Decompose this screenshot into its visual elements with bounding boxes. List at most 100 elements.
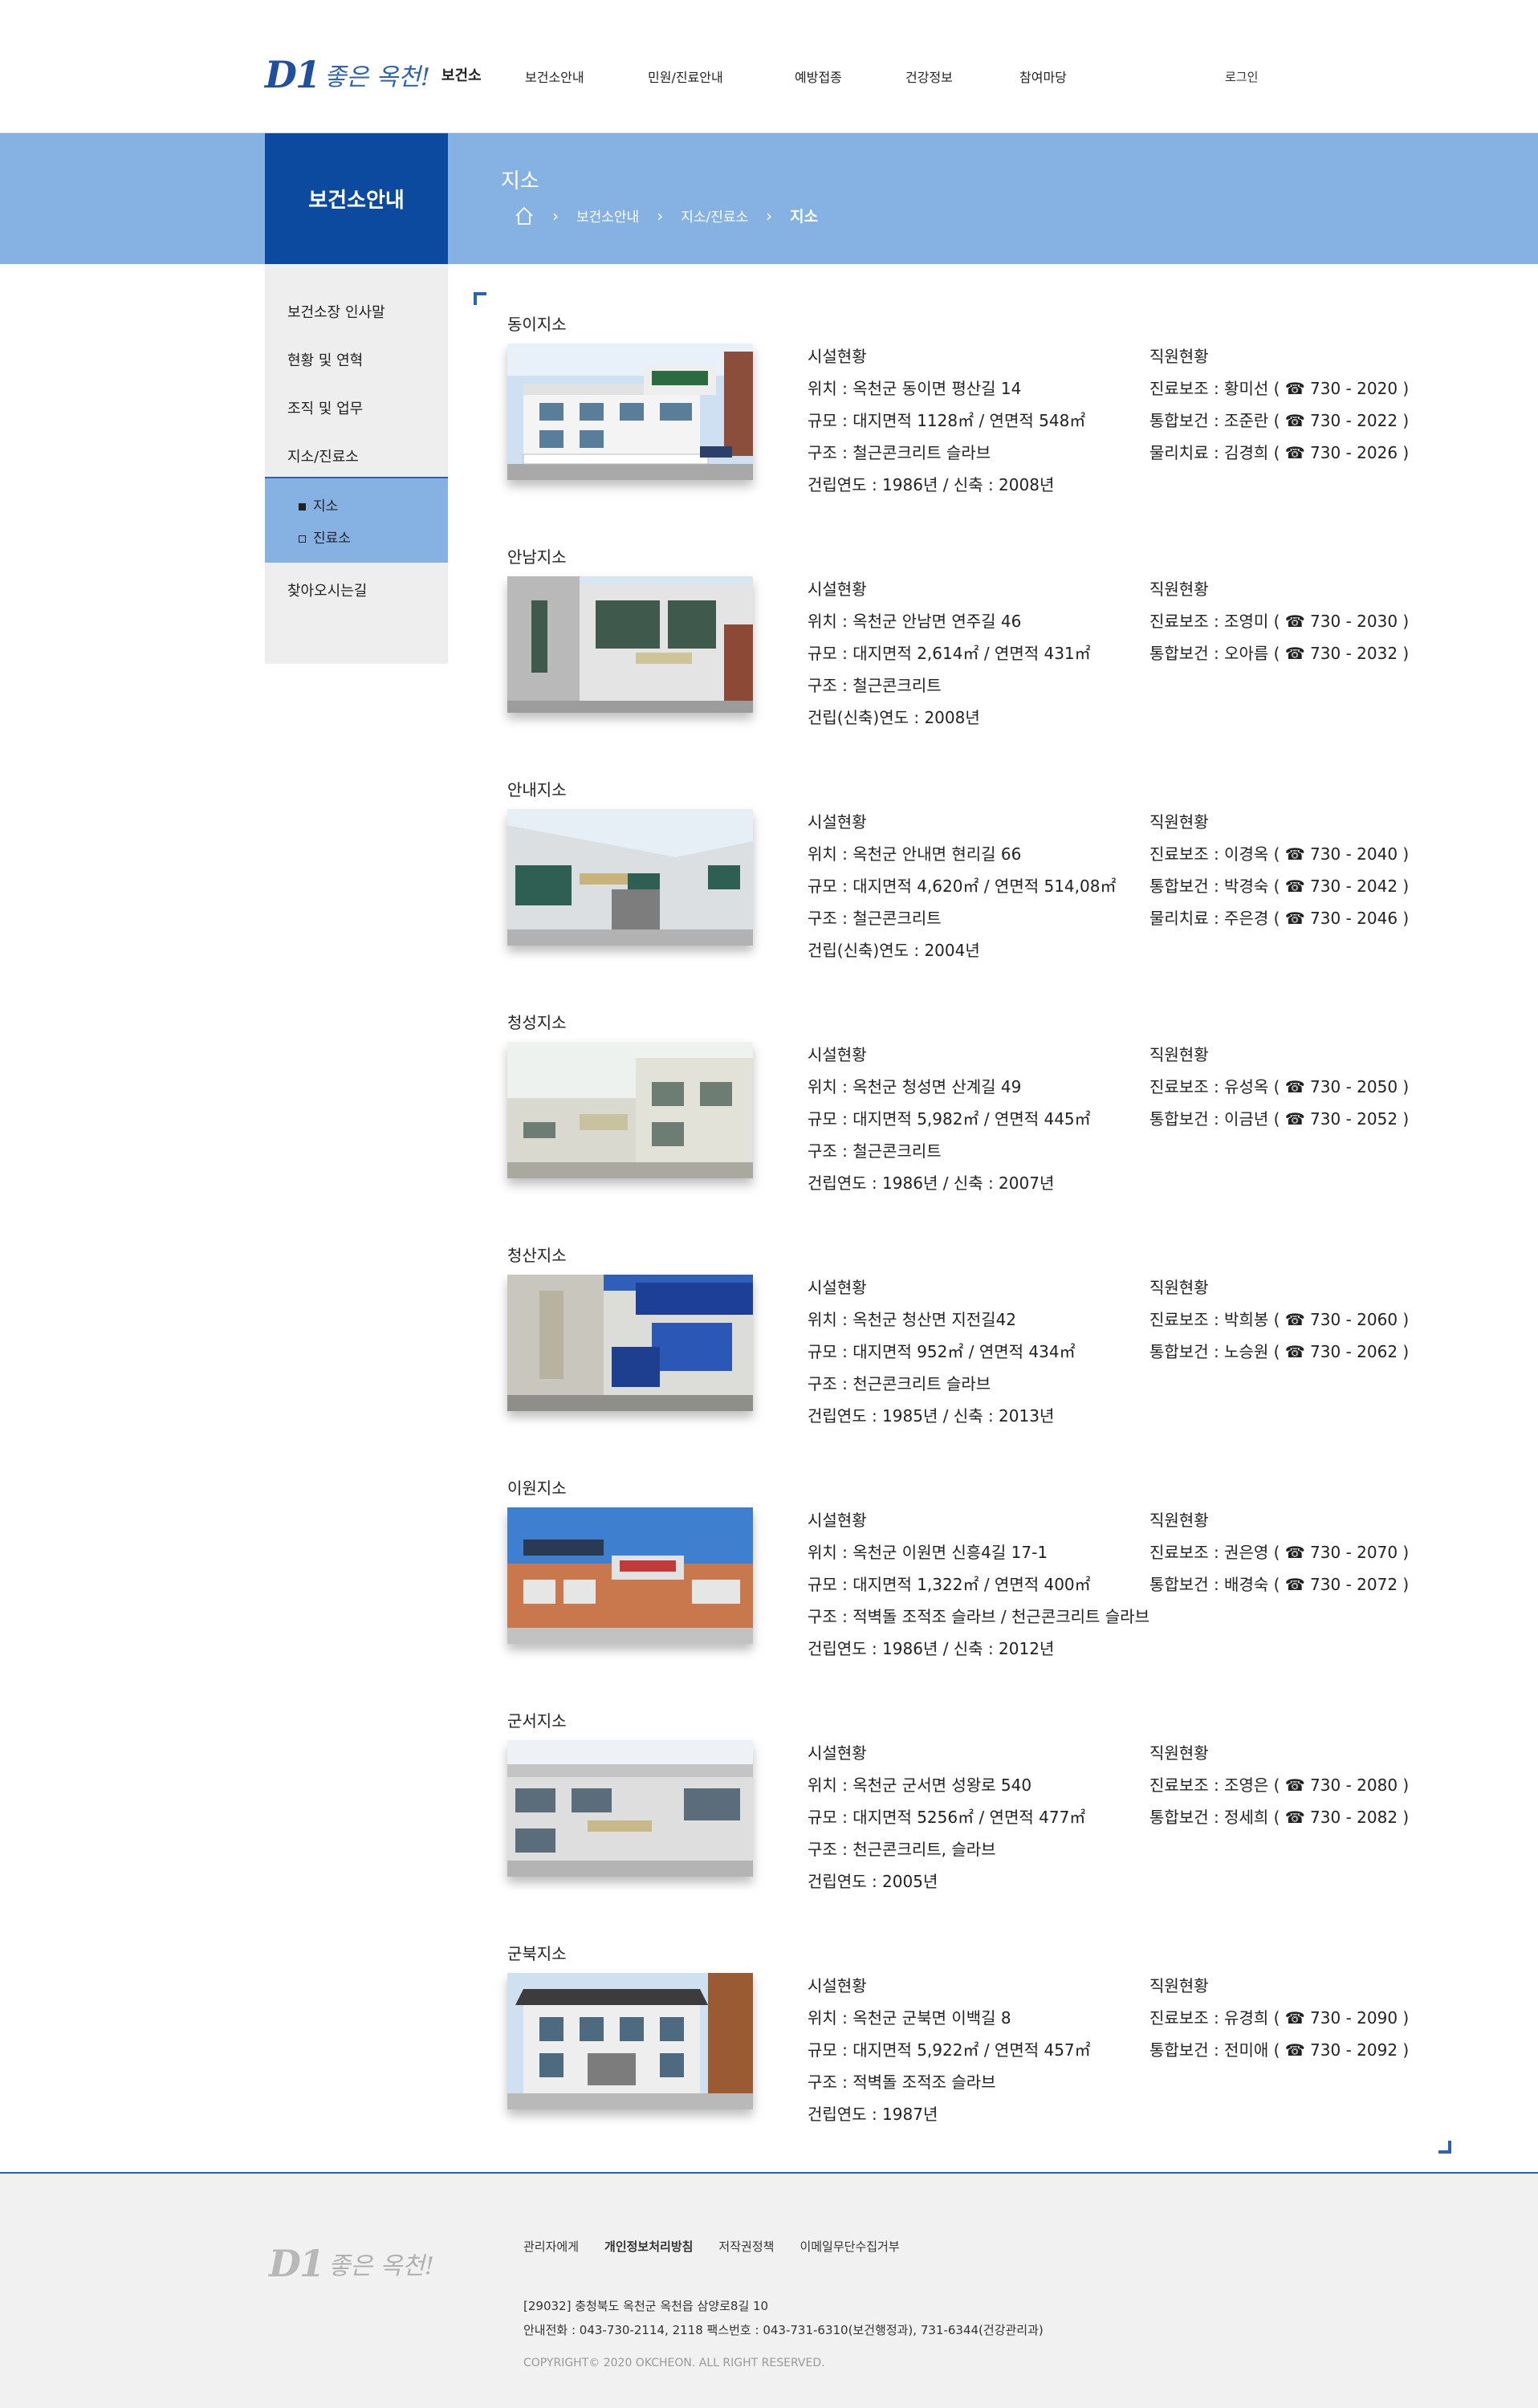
staff-info: 직원현황 진료보조 : 유성옥 ( ☎ 730 - 2050 ) 통합보건 : … (1149, 1039, 1409, 1135)
facility-heading: 시설현황 (808, 1976, 867, 1995)
staff-info: 직원현황 진료보조 : 황미선 ( ☎ 730 - 2020 ) 통합보건 : … (1149, 340, 1409, 469)
filled-square-icon (299, 502, 306, 510)
chevron-right-icon: › (766, 205, 773, 226)
facility-structure: 구조 : 철근콘크리트 (808, 909, 942, 928)
facility-heading: 시설현황 (808, 1511, 867, 1530)
branch-name: 군북지소 (507, 1944, 567, 1963)
side-submenu: 지소 진료소 (265, 477, 448, 563)
footer-logo: D1 좋은 옥천! (269, 2242, 434, 2285)
site-footer: D1 좋은 옥천! 관리자에게 개인정보처리방침 저작권정책 이메일무단수집거부… (0, 2172, 1538, 2408)
staff-member: 진료보조 : 권은영 ( ☎ 730 - 2070 ) (1149, 1543, 1410, 1562)
chevron-right-icon: › (657, 205, 664, 226)
breadcrumb-item[interactable]: 보건소안내 (576, 205, 639, 226)
footer-link-admin[interactable]: 관리자에게 (523, 2238, 579, 2255)
branch-card: 청산지소 시설현황 위치 : 옥천군 청산면 지전길42 규모 : 대지면적 9… (507, 1243, 1410, 1451)
staff-member: 물리치료 : 주은경 ( ☎ 730 - 2046 ) (1149, 909, 1410, 928)
facility-size: 규모 : 대지면적 4,620㎡ / 연면적 514,08㎡ (808, 877, 1117, 896)
nav-item-about[interactable]: 보건소안내 (525, 67, 584, 86)
site-header: D1 좋은 옥천! 보건소 보건소안내 민원/진료안내 예방접종 건강정보 참여… (0, 0, 1538, 133)
facility-heading: 시설현황 (808, 1743, 867, 1763)
staff-heading: 직원현황 (1149, 812, 1209, 832)
side-subitem-label: 지소 (313, 498, 339, 515)
facility-location: 위치 : 옥천군 이원면 신흥4길 17-1 (808, 1543, 1048, 1562)
footer-contact: [29032] 충청북도 옥천군 옥천읍 삼양로8길 10 안내전화 : 043… (523, 2294, 1044, 2342)
facility-info: 시설현황 위치 : 옥천군 이원면 신흥4길 17-1 규모 : 대지면적 1,… (808, 1504, 1149, 1665)
facility-info: 시설현황 위치 : 옥천군 청성면 산계길 49 규모 : 대지면적 5,982… (808, 1039, 1091, 1199)
branch-name: 동이지소 (507, 315, 567, 334)
nav-item-vaccination[interactable]: 예방접종 (795, 67, 842, 86)
facility-structure: 구조 : 철근콘크리트 슬라브 (808, 443, 991, 462)
facility-size: 규모 : 대지면적 952㎡ / 연면적 434㎡ (808, 1342, 1076, 1361)
branch-photo (507, 1740, 753, 1877)
branch-name: 이원지소 (507, 1479, 567, 1498)
login-link[interactable]: 로그인 (1225, 68, 1258, 85)
content-corner-decoration (474, 292, 486, 305)
side-subitem-branch[interactable]: 지소 (299, 494, 338, 515)
facility-info: 시설현황 위치 : 옥천군 안내면 현리길 66 규모 : 대지면적 4,620… (808, 806, 1116, 966)
footer-link-privacy[interactable]: 개인정보처리방침 (604, 2238, 693, 2255)
side-item-branches[interactable]: 지소/진료소 (287, 445, 359, 466)
staff-member: 물리치료 : 김경희 ( ☎ 730 - 2026 ) (1149, 443, 1410, 462)
staff-info: 직원현황 진료보조 : 권은영 ( ☎ 730 - 2070 ) 통합보건 : … (1149, 1504, 1409, 1601)
side-item-history[interactable]: 현황 및 연혁 (287, 349, 363, 370)
breadcrumb-current: 지소 (790, 208, 819, 226)
footer-link-email-refusal[interactable]: 이메일무단수집거부 (800, 2238, 899, 2255)
facility-year: 건립(신축)연도 : 2008년 (808, 708, 980, 727)
facility-size: 규모 : 대지면적 5,982㎡ / 연면적 445㎡ (808, 1109, 1091, 1129)
nav-item-civil[interactable]: 민원/진료안내 (648, 67, 723, 86)
facility-structure: 구조 : 철근콘크리트 (808, 1141, 942, 1161)
facility-size: 규모 : 대지면적 1128㎡ / 연면적 548㎡ (808, 411, 1086, 430)
side-item-greeting[interactable]: 보건소장 인사말 (287, 301, 385, 322)
branch-name: 청산지소 (507, 1246, 567, 1265)
facility-location: 위치 : 옥천군 청성면 산계길 49 (808, 1077, 1022, 1096)
facility-structure: 구조 : 철근콘크리트 (808, 676, 942, 695)
nav-item-health-info[interactable]: 건강정보 (905, 67, 953, 86)
facility-year: 건립연도 : 1985년 / 신축 : 2013년 (808, 1406, 1055, 1426)
facility-location: 위치 : 옥천군 동이면 평산길 14 (808, 379, 1022, 398)
home-icon[interactable] (514, 205, 535, 226)
staff-member: 통합보건 : 이금년 ( ☎ 730 - 2052 ) (1149, 1109, 1410, 1129)
side-item-directions[interactable]: 찾아오시는길 (287, 580, 367, 600)
facility-year: 건립연도 : 1987년 (808, 2105, 938, 2124)
side-menu: 보건소장 인사말 현황 및 연혁 조직 및 업무 지소/진료소 지소 진료소 찾… (265, 264, 448, 664)
side-subitem-clinic[interactable]: 진료소 (299, 527, 351, 547)
logo-text: 보건소 (441, 67, 482, 84)
facility-location: 위치 : 옥천군 안내면 현리길 66 (808, 844, 1022, 864)
branch-name: 군서지소 (507, 1711, 567, 1731)
facility-heading: 시설현황 (808, 580, 867, 599)
facility-heading: 시설현황 (808, 347, 867, 366)
staff-heading: 직원현황 (1149, 1511, 1209, 1530)
branch-photo (507, 1042, 753, 1178)
facility-size: 규모 : 대지면적 1,322㎡ / 연면적 400㎡ (808, 1575, 1091, 1594)
staff-member: 진료보조 : 조영은 ( ☎ 730 - 2080 ) (1149, 1775, 1410, 1795)
breadcrumb-item[interactable]: 지소/진료소 (681, 205, 748, 226)
staff-heading: 직원현황 (1149, 1278, 1209, 1297)
branch-name: 안남지소 (507, 547, 567, 567)
facility-structure: 구조 : 천근콘크리트 슬라브 (808, 1374, 991, 1393)
staff-member: 진료보조 : 유성옥 ( ☎ 730 - 2050 ) (1149, 1077, 1410, 1096)
facility-year: 건립연도 : 1986년 / 신축 : 2012년 (808, 1639, 1055, 1658)
facility-heading: 시설현황 (808, 1278, 867, 1297)
staff-member: 통합보건 : 노승원 ( ☎ 730 - 2062 ) (1149, 1342, 1410, 1361)
staff-member: 진료보조 : 유경희 ( ☎ 730 - 2090 ) (1149, 2008, 1410, 2028)
facility-info: 시설현황 위치 : 옥천군 군서면 성왕로 540 규모 : 대지면적 5256… (808, 1737, 1085, 1898)
staff-info: 직원현황 진료보조 : 유경희 ( ☎ 730 - 2090 ) 통합보건 : … (1149, 1970, 1409, 2066)
staff-heading: 직원현황 (1149, 580, 1209, 599)
footer-link-copyright[interactable]: 저작권정책 (718, 2238, 774, 2255)
staff-heading: 직원현황 (1149, 347, 1209, 366)
staff-member: 진료보조 : 황미선 ( ☎ 730 - 2020 ) (1149, 379, 1410, 398)
staff-member: 통합보건 : 조준란 ( ☎ 730 - 2022 ) (1149, 411, 1410, 430)
staff-info: 직원현황 진료보조 : 조영은 ( ☎ 730 - 2080 ) 통합보건 : … (1149, 1737, 1409, 1833)
nav-item-participation[interactable]: 참여마당 (1019, 67, 1067, 86)
facility-structure: 구조 : 천근콘크리트, 슬라브 (808, 1840, 996, 1859)
staff-heading: 직원현황 (1149, 1743, 1209, 1763)
staff-member: 통합보건 : 박경숙 ( ☎ 730 - 2042 ) (1149, 877, 1410, 896)
section-title: 보건소안내 (265, 133, 448, 264)
facility-heading: 시설현황 (808, 812, 867, 832)
site-logo[interactable]: D1 좋은 옥천! 보건소 (265, 53, 482, 96)
facility-info: 시설현황 위치 : 옥천군 동이면 평산길 14 규모 : 대지면적 1128㎡… (808, 340, 1085, 501)
side-item-organization[interactable]: 조직 및 업무 (287, 397, 363, 418)
branch-photo (507, 344, 753, 480)
footer-links: 관리자에게 개인정보처리방침 저작권정책 이메일무단수집거부 (523, 2238, 926, 2255)
branch-photo (507, 1973, 753, 2109)
